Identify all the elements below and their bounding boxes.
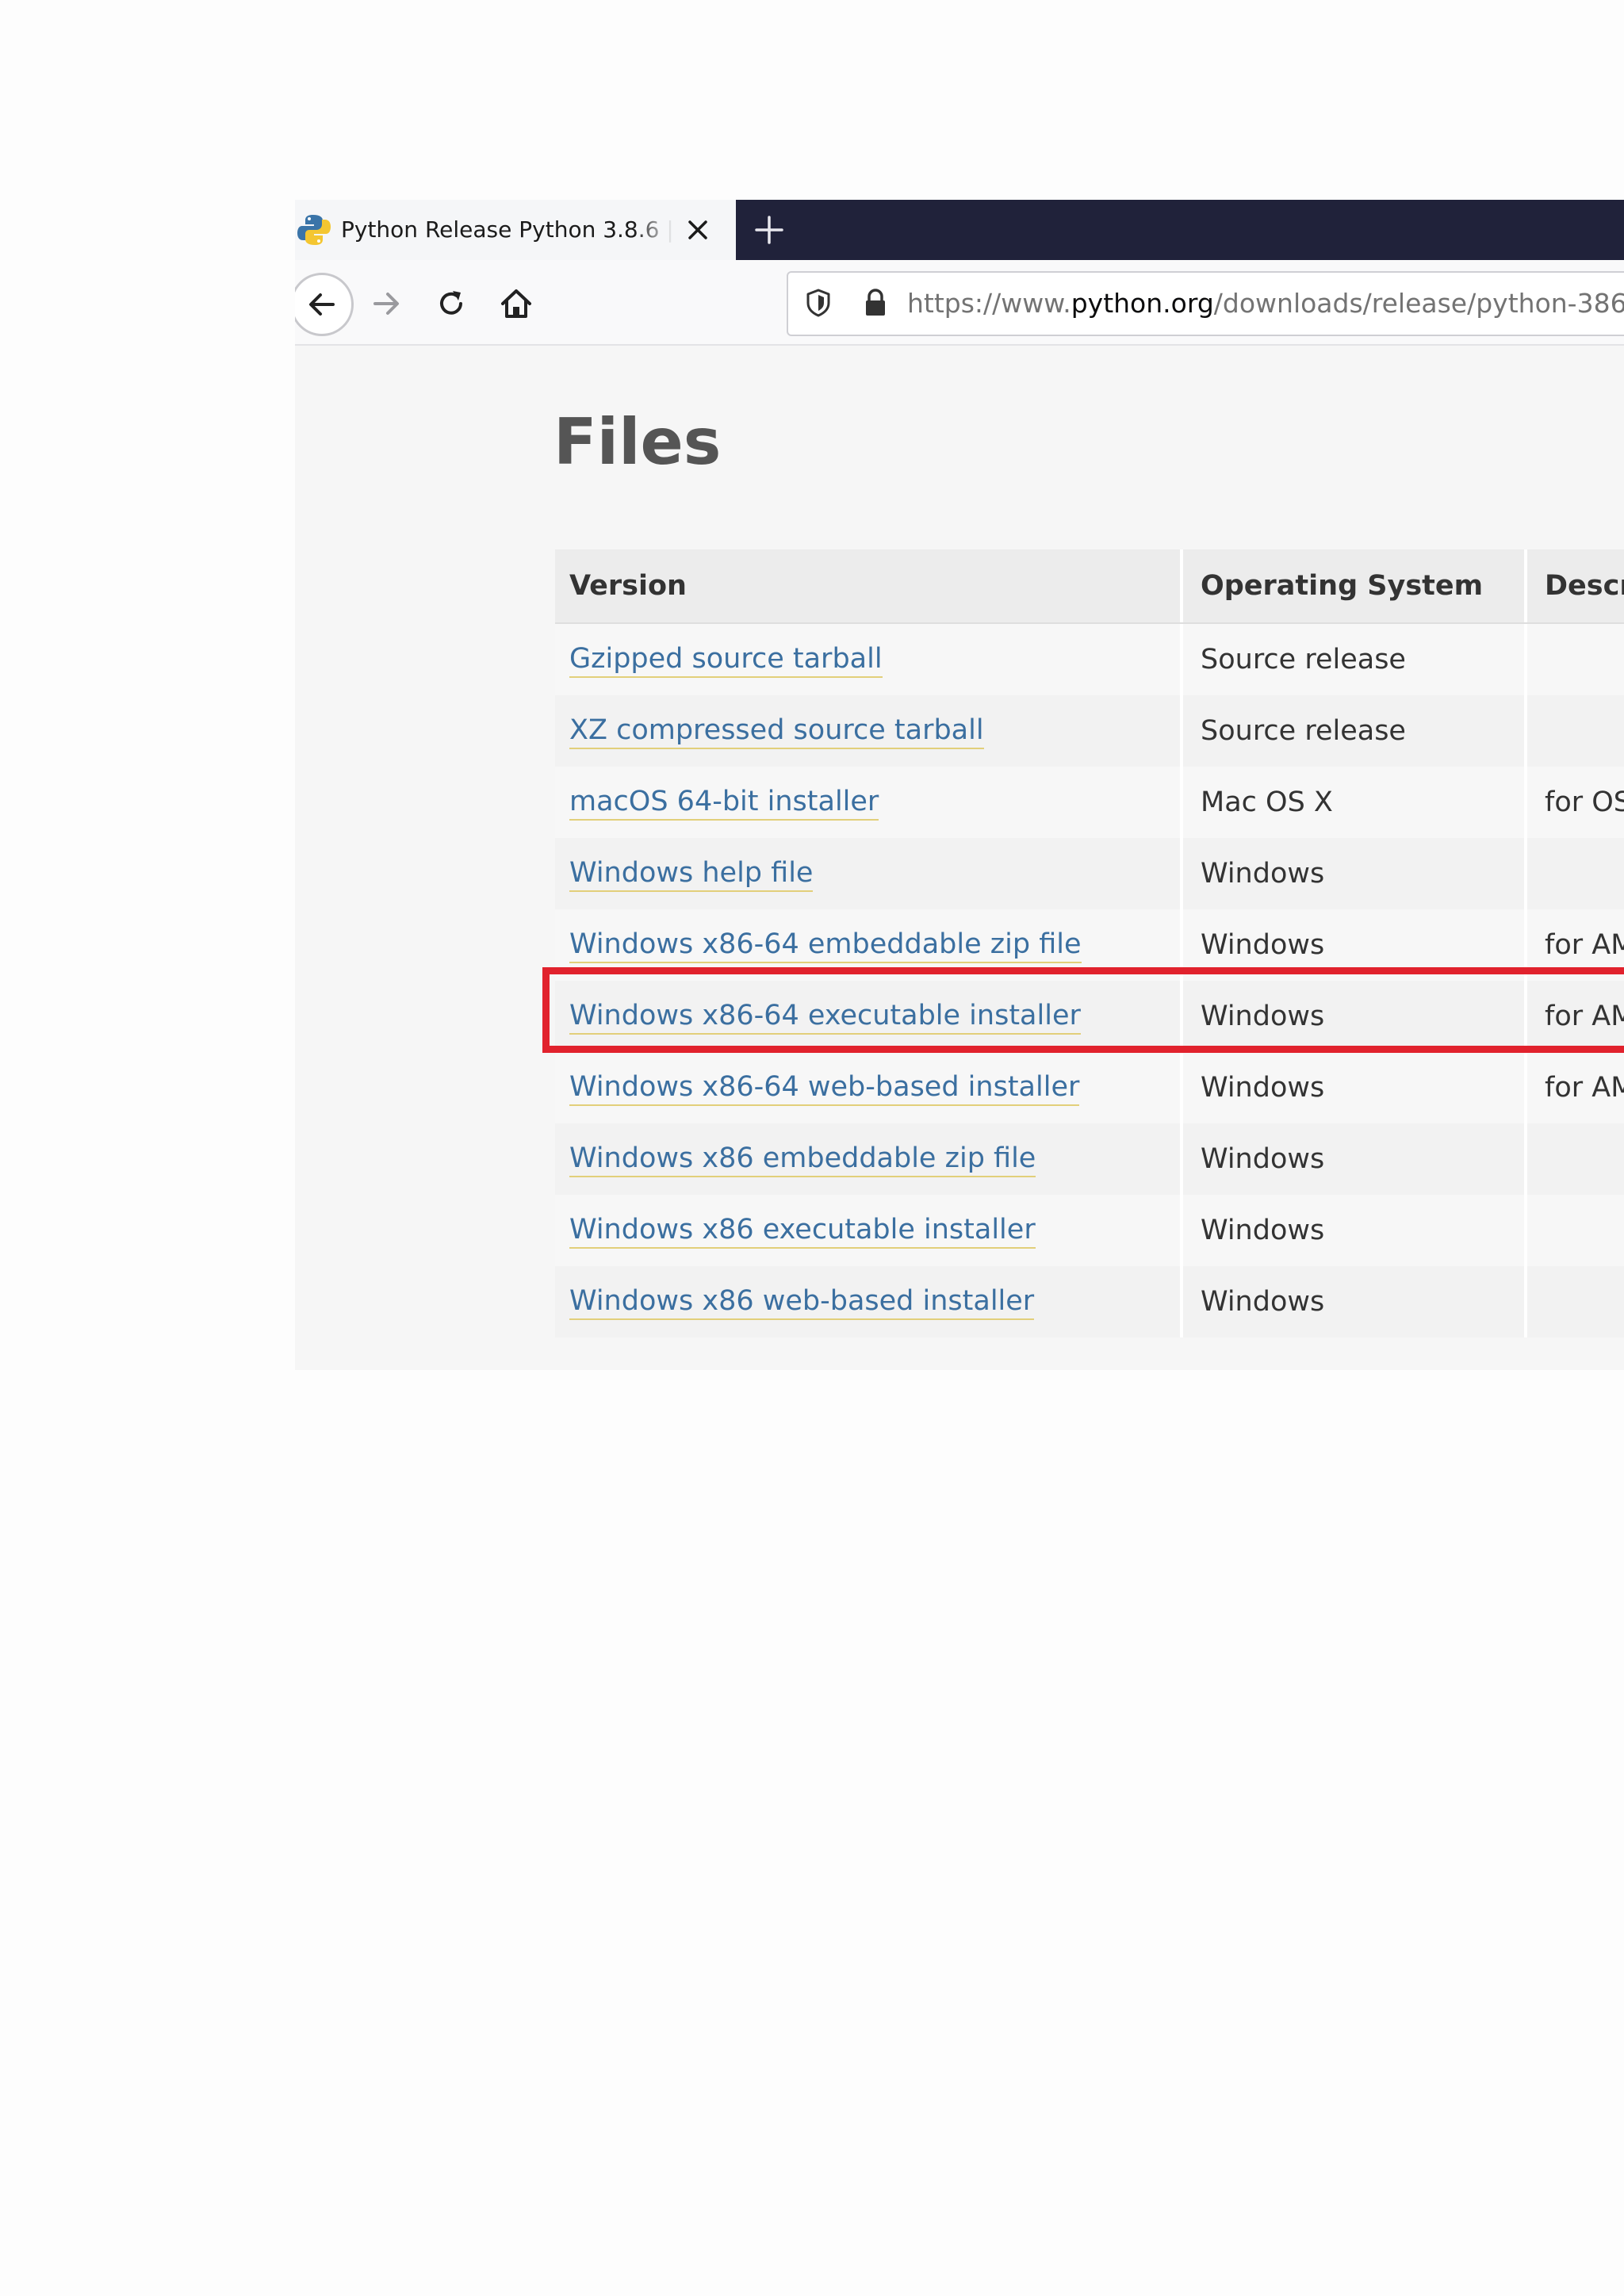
download-link[interactable]: Windows help file: [569, 855, 814, 892]
table-row: macOS 64-bit installer Mac OS X for OS X 1…: [555, 767, 1624, 838]
python-logo-icon: [297, 212, 331, 247]
os-cell: Windows: [1183, 1195, 1527, 1266]
download-link[interactable]: Windows x86 embeddable zip file: [569, 1141, 1036, 1177]
close-icon[interactable]: [684, 216, 712, 244]
tab-title: Python Release Python 3.8.6 | Python.org: [341, 216, 674, 243]
browser-window: Python Release Python 3.8.6 | Python.org: [295, 200, 1624, 1370]
download-link[interactable]: Windows x86 executable installer: [569, 1212, 1036, 1249]
table-row: Windows help file Windows: [555, 838, 1624, 909]
os-cell: Windows: [1183, 1266, 1527, 1337]
screenshot-page: Python Release Python 3.8.6 | Python.org: [0, 0, 1624, 2296]
description-cell: for AMD64/EM64T/x64: [1545, 1072, 1624, 1104]
back-button[interactable]: [295, 273, 354, 336]
table-row: Windows x86 executable installer Windows: [555, 1195, 1624, 1266]
description-cell: for OS X 10.9 and later: [1545, 786, 1624, 818]
lock-icon[interactable]: [860, 287, 891, 319]
description-cell: for AMD64/EM64T/x64: [1545, 1001, 1624, 1032]
os-cell: Windows: [1183, 1052, 1527, 1123]
home-icon: [501, 289, 531, 318]
version-cell: Windows x86 web-based installer: [555, 1266, 1183, 1337]
version-cell: Windows x86-64 embeddable zip file: [555, 909, 1183, 981]
os-cell: Windows: [1183, 981, 1527, 1052]
description-cell: [1527, 1266, 1624, 1337]
download-link[interactable]: Windows x86 web-based installer: [569, 1284, 1035, 1320]
description-cell: [1527, 838, 1624, 909]
files-table: Version Operating System Description Gzi…: [555, 549, 1624, 1337]
os-cell: Mac OS X: [1183, 767, 1527, 838]
tab-strip: Python Release Python 3.8.6 | Python.org: [295, 200, 1624, 260]
table-header-row: Version Operating System Description: [555, 549, 1624, 624]
reload-button[interactable]: [423, 276, 479, 331]
plus-icon[interactable]: [750, 211, 788, 249]
page-content: Files Version Operating System Descripti…: [295, 346, 1624, 1370]
forward-button[interactable]: [358, 276, 414, 331]
arrow-right-icon: [373, 293, 399, 315]
os-cell: Windows: [1183, 1123, 1527, 1195]
url-prefix: https://www.: [907, 288, 1071, 319]
download-link[interactable]: Windows x86-64 executable installer: [569, 998, 1081, 1035]
download-link[interactable]: Windows x86-64 embeddable zip file: [569, 927, 1082, 963]
header-operating-system: Operating System: [1183, 549, 1527, 622]
version-cell: Windows help file: [555, 838, 1183, 909]
version-cell: Windows x86-64 web-based installer: [555, 1052, 1183, 1123]
table-row: Windows x86-64 executable installer Windo…: [555, 981, 1624, 1052]
version-cell: Gzipped source tarball: [555, 624, 1183, 695]
download-link[interactable]: Gzipped source tarball: [569, 641, 883, 678]
header-description: Description: [1545, 570, 1624, 602]
description-cell: [1527, 695, 1624, 767]
os-cell: Windows: [1183, 909, 1527, 981]
page-title: Files: [553, 405, 722, 479]
version-cell: macOS 64-bit installer: [555, 767, 1183, 838]
table-row: Gzipped source tarball Source release: [555, 624, 1624, 695]
version-cell: Windows x86 executable installer: [555, 1195, 1183, 1266]
header-version: Version: [555, 549, 1183, 622]
table-row: Windows x86-64 embeddable zip file Window…: [555, 909, 1624, 981]
arrow-left-icon: [309, 293, 335, 316]
table-row: XZ compressed source tarball Source relea…: [555, 695, 1624, 767]
table-row: Windows x86 web-based installer Windows: [555, 1266, 1624, 1337]
version-cell: Windows x86 embeddable zip file: [555, 1123, 1183, 1195]
url-host: python.org: [1071, 288, 1214, 319]
description-cell: [1527, 624, 1624, 695]
url-bar[interactable]: https://www.python.org/downloads/release…: [787, 271, 1624, 336]
navigation-toolbar: https://www.python.org/downloads/release…: [295, 260, 1624, 346]
os-cell: Source release: [1183, 624, 1527, 695]
version-cell: Windows x86-64 executable installer: [555, 981, 1183, 1052]
description-cell: [1527, 1195, 1624, 1266]
table-row: Windows x86 embeddable zip file Windows: [555, 1123, 1624, 1195]
download-link[interactable]: macOS 64-bit installer: [569, 784, 879, 821]
reload-icon: [440, 291, 462, 315]
os-cell: Windows: [1183, 838, 1527, 909]
shield-icon[interactable]: [802, 287, 834, 319]
url-path: /downloads/release/python-386/: [1213, 288, 1624, 319]
os-cell: Source release: [1183, 695, 1527, 767]
home-button[interactable]: [488, 276, 544, 331]
tab-python-release[interactable]: Python Release Python 3.8.6 | Python.org: [295, 200, 736, 260]
description-cell: [1527, 1123, 1624, 1195]
version-cell: XZ compressed source tarball: [555, 695, 1183, 767]
url-text[interactable]: https://www.python.org/downloads/release…: [907, 273, 1624, 335]
table-body: Gzipped source tarball Source release XZ c…: [555, 624, 1624, 1337]
description-cell: for AMD64/EM64T/x64: [1545, 929, 1624, 961]
download-link[interactable]: XZ compressed source tarball: [569, 713, 984, 749]
table-row: Windows x86-64 web-based installer Window…: [555, 1052, 1624, 1123]
download-link[interactable]: Windows x86-64 web-based installer: [569, 1070, 1080, 1106]
